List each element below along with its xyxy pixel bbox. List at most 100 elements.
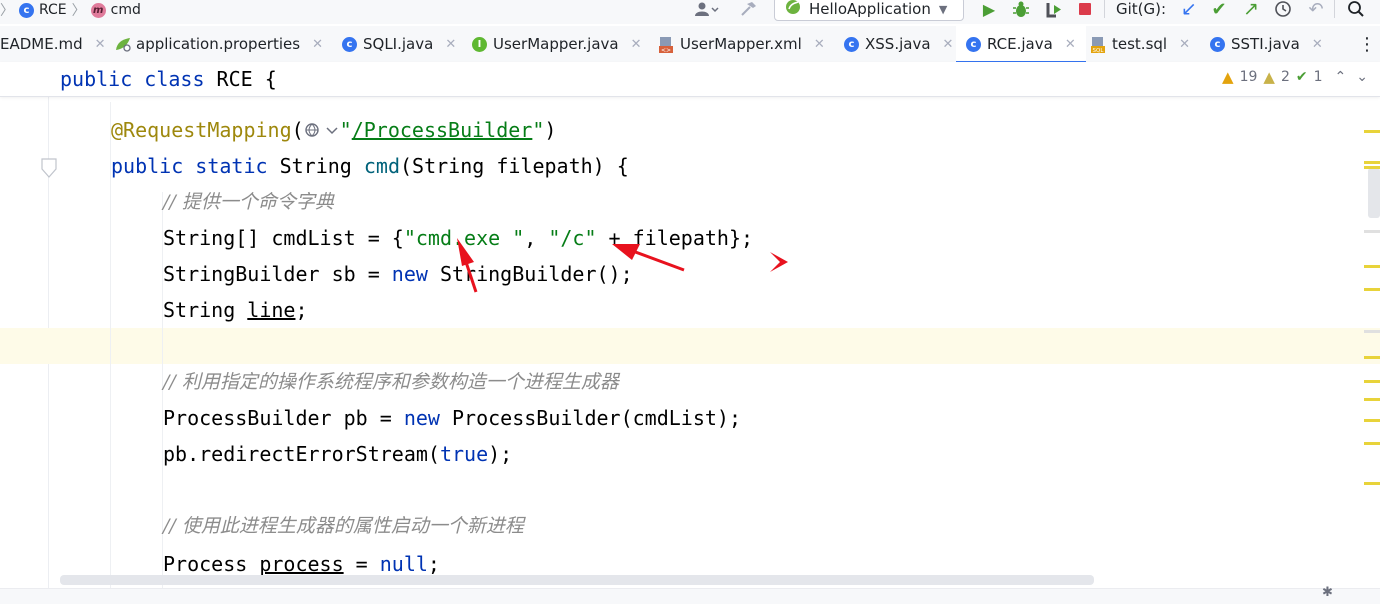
code-text: + filepath}; — [596, 226, 754, 250]
tab-rce-java[interactable]: c RCE.java ✕ — [956, 26, 1086, 63]
tab-usermapper-java[interactable]: I UserMapper.java ✕ — [472, 26, 642, 62]
code-comment[interactable]: // 提供一个命令字典 — [163, 184, 334, 220]
tab-sqli-java[interactable]: c SQLI.java ✕ — [342, 26, 456, 62]
search-icon[interactable] — [1344, 0, 1368, 18]
annotation: @RequestMapping — [111, 118, 292, 142]
tab-application-properties[interactable]: application.properties ✕ — [114, 26, 323, 62]
code-text: ProcessBuilder pb = — [163, 406, 404, 430]
push-icon[interactable]: ↗ — [1240, 0, 1262, 20]
close-icon[interactable]: ✕ — [814, 37, 825, 52]
stop-icon[interactable] — [1075, 0, 1095, 18]
warning-stripe-mark[interactable] — [1364, 442, 1380, 445]
update-project-icon[interactable]: ↙ — [1178, 0, 1200, 20]
warning-stripe-mark[interactable] — [1364, 166, 1380, 169]
code-line[interactable]: ProcessBuilder pb = new ProcessBuilder(c… — [163, 400, 741, 436]
close-icon[interactable]: ✕ — [943, 37, 954, 52]
vertical-scrollbar-thumb[interactable] — [1368, 168, 1380, 218]
run-icon[interactable]: ▶ — [978, 0, 1000, 19]
string-literal: "cmd.exe " — [403, 226, 525, 250]
info-stripe-mark[interactable] — [1364, 230, 1380, 233]
close-icon[interactable]: ✕ — [1065, 37, 1076, 52]
code-editor[interactable]: public class RCE { ▲ 19 ▲ 2 ✔ 1 ⌃ ⌄ @Reques… — [0, 62, 1380, 592]
code-line[interactable]: pb.redirectErrorStream(true); — [163, 436, 512, 472]
code-text: ); — [488, 442, 513, 466]
navigation-bar: 〉 c RCE 〉 m cmd HelloApplication ▼ ▶ Git… — [0, 0, 1380, 24]
fold-icon[interactable] — [40, 157, 60, 181]
warning-stripe-mark[interactable] — [1364, 398, 1380, 401]
horizontal-scrollbar[interactable] — [60, 575, 1094, 585]
tab-label: RCE.java — [987, 35, 1053, 53]
warning-stripe-mark[interactable] — [1364, 356, 1380, 359]
code-line[interactable]: public static String cmd(String filepath… — [111, 148, 629, 184]
inspection-widget[interactable]: ▲ 19 ▲ 2 ✔ 1 ⌃ ⌄ — [1222, 68, 1368, 86]
close-icon[interactable]: ✕ — [312, 37, 323, 52]
code-text: ; — [295, 298, 308, 322]
line-gutter[interactable] — [0, 62, 57, 588]
commit-icon[interactable]: ✔ — [1208, 0, 1230, 20]
editor-tabs: EADME.md ✕ application.properties ✕ c SQLI… — [0, 26, 1380, 63]
tab-test-sql[interactable]: SQL test.sql ✕ — [1090, 26, 1190, 62]
coverage-icon[interactable] — [1043, 0, 1065, 18]
code-line[interactable]: @RequestMapping("/ProcessBuilder") — [111, 112, 556, 148]
interface-icon: I — [472, 36, 487, 52]
close-icon[interactable]: ✕ — [1312, 37, 1323, 52]
code-text: String[] cmdList = { — [163, 226, 404, 250]
gear-icon[interactable]: ✱ — [1322, 585, 1333, 600]
hammer-icon[interactable] — [736, 0, 760, 18]
keyword: static — [195, 154, 268, 178]
code-comment[interactable]: // 利用指定的操作系统程序和参数构造一个进程生成器 — [163, 364, 619, 400]
more-tabs-icon[interactable]: ⋮ — [1358, 26, 1376, 62]
paren: ( — [291, 118, 304, 142]
user-icon[interactable] — [690, 0, 724, 18]
globe-icon[interactable] — [304, 122, 324, 138]
tab-usermapper-xml[interactable]: <> UserMapper.xml ✕ — [658, 26, 825, 62]
weak-warning-count: 2 — [1280, 69, 1290, 85]
chevron-down-icon[interactable]: ⌄ — [1356, 69, 1368, 85]
code-line[interactable]: StringBuilder sb = new StringBuilder(); — [163, 256, 633, 292]
run-configuration-selector[interactable]: HelloApplication ▼ — [774, 0, 964, 21]
unused-variable: line — [247, 298, 296, 322]
svg-text:<>: <> — [661, 47, 671, 54]
warning-stripe-mark[interactable] — [1364, 288, 1380, 291]
warning-stripe-mark[interactable] — [1364, 482, 1380, 485]
warning-icon: ▲ — [1222, 68, 1234, 86]
code-text: StringBuilder(); — [427, 262, 633, 286]
breadcrumb-method[interactable]: cmd — [111, 2, 141, 18]
warning-stripe-mark[interactable] — [1364, 265, 1380, 268]
tab-label: XSS.java — [865, 35, 931, 53]
code-text: = — [343, 552, 380, 576]
tab-label: SQLI.java — [363, 35, 434, 53]
close-icon[interactable]: ✕ — [631, 37, 642, 52]
close-icon[interactable]: ✕ — [95, 37, 106, 52]
request-path-link[interactable]: /ProcessBuilder — [352, 118, 533, 142]
keyword: class — [144, 67, 205, 91]
warning-stripe-mark[interactable] — [1364, 161, 1380, 164]
quote: " — [532, 118, 545, 142]
code-line[interactable]: String[] cmdList = {"cmd.exe ", "/c" + f… — [163, 220, 753, 256]
warning-stripe-mark[interactable] — [1364, 130, 1380, 133]
history-icon[interactable] — [1272, 0, 1294, 18]
keyword: public — [111, 154, 184, 178]
code-line[interactable]: String line; — [163, 292, 308, 328]
chevron-down-icon[interactable] — [324, 123, 340, 137]
debug-icon[interactable] — [1010, 0, 1032, 18]
tab-xss-java[interactable]: c XSS.java ✕ — [844, 26, 953, 62]
tab-ssti-java[interactable]: c SSTI.java ✕ — [1210, 26, 1323, 62]
warning-stripe-mark[interactable] — [1364, 380, 1380, 383]
close-icon[interactable]: ✕ — [1179, 37, 1190, 52]
close-icon[interactable]: ✕ — [445, 37, 456, 52]
warning-stripe-mark[interactable] — [1364, 419, 1380, 422]
code-text: , — [524, 226, 549, 250]
sticky-line-header[interactable]: public class RCE { ▲ 19 ▲ 2 ✔ 1 ⌃ ⌄ — [0, 62, 1380, 97]
breadcrumb-class[interactable]: RCE — [39, 2, 67, 18]
tab-readme[interactable]: EADME.md ✕ — [0, 26, 112, 62]
class-icon: c — [19, 2, 34, 18]
variable: process — [259, 552, 344, 576]
info-stripe-mark[interactable] — [1364, 330, 1380, 333]
keyword: public — [60, 67, 133, 91]
code-comment[interactable]: // 使用此进程生成器的属性启动一个新进程 — [163, 508, 524, 544]
chevron-up-icon[interactable]: ⌃ — [1335, 69, 1347, 85]
rollback-icon[interactable]: ↶ — [1305, 0, 1327, 20]
class-icon: c — [966, 36, 981, 52]
tab-label: application.properties — [136, 35, 301, 53]
